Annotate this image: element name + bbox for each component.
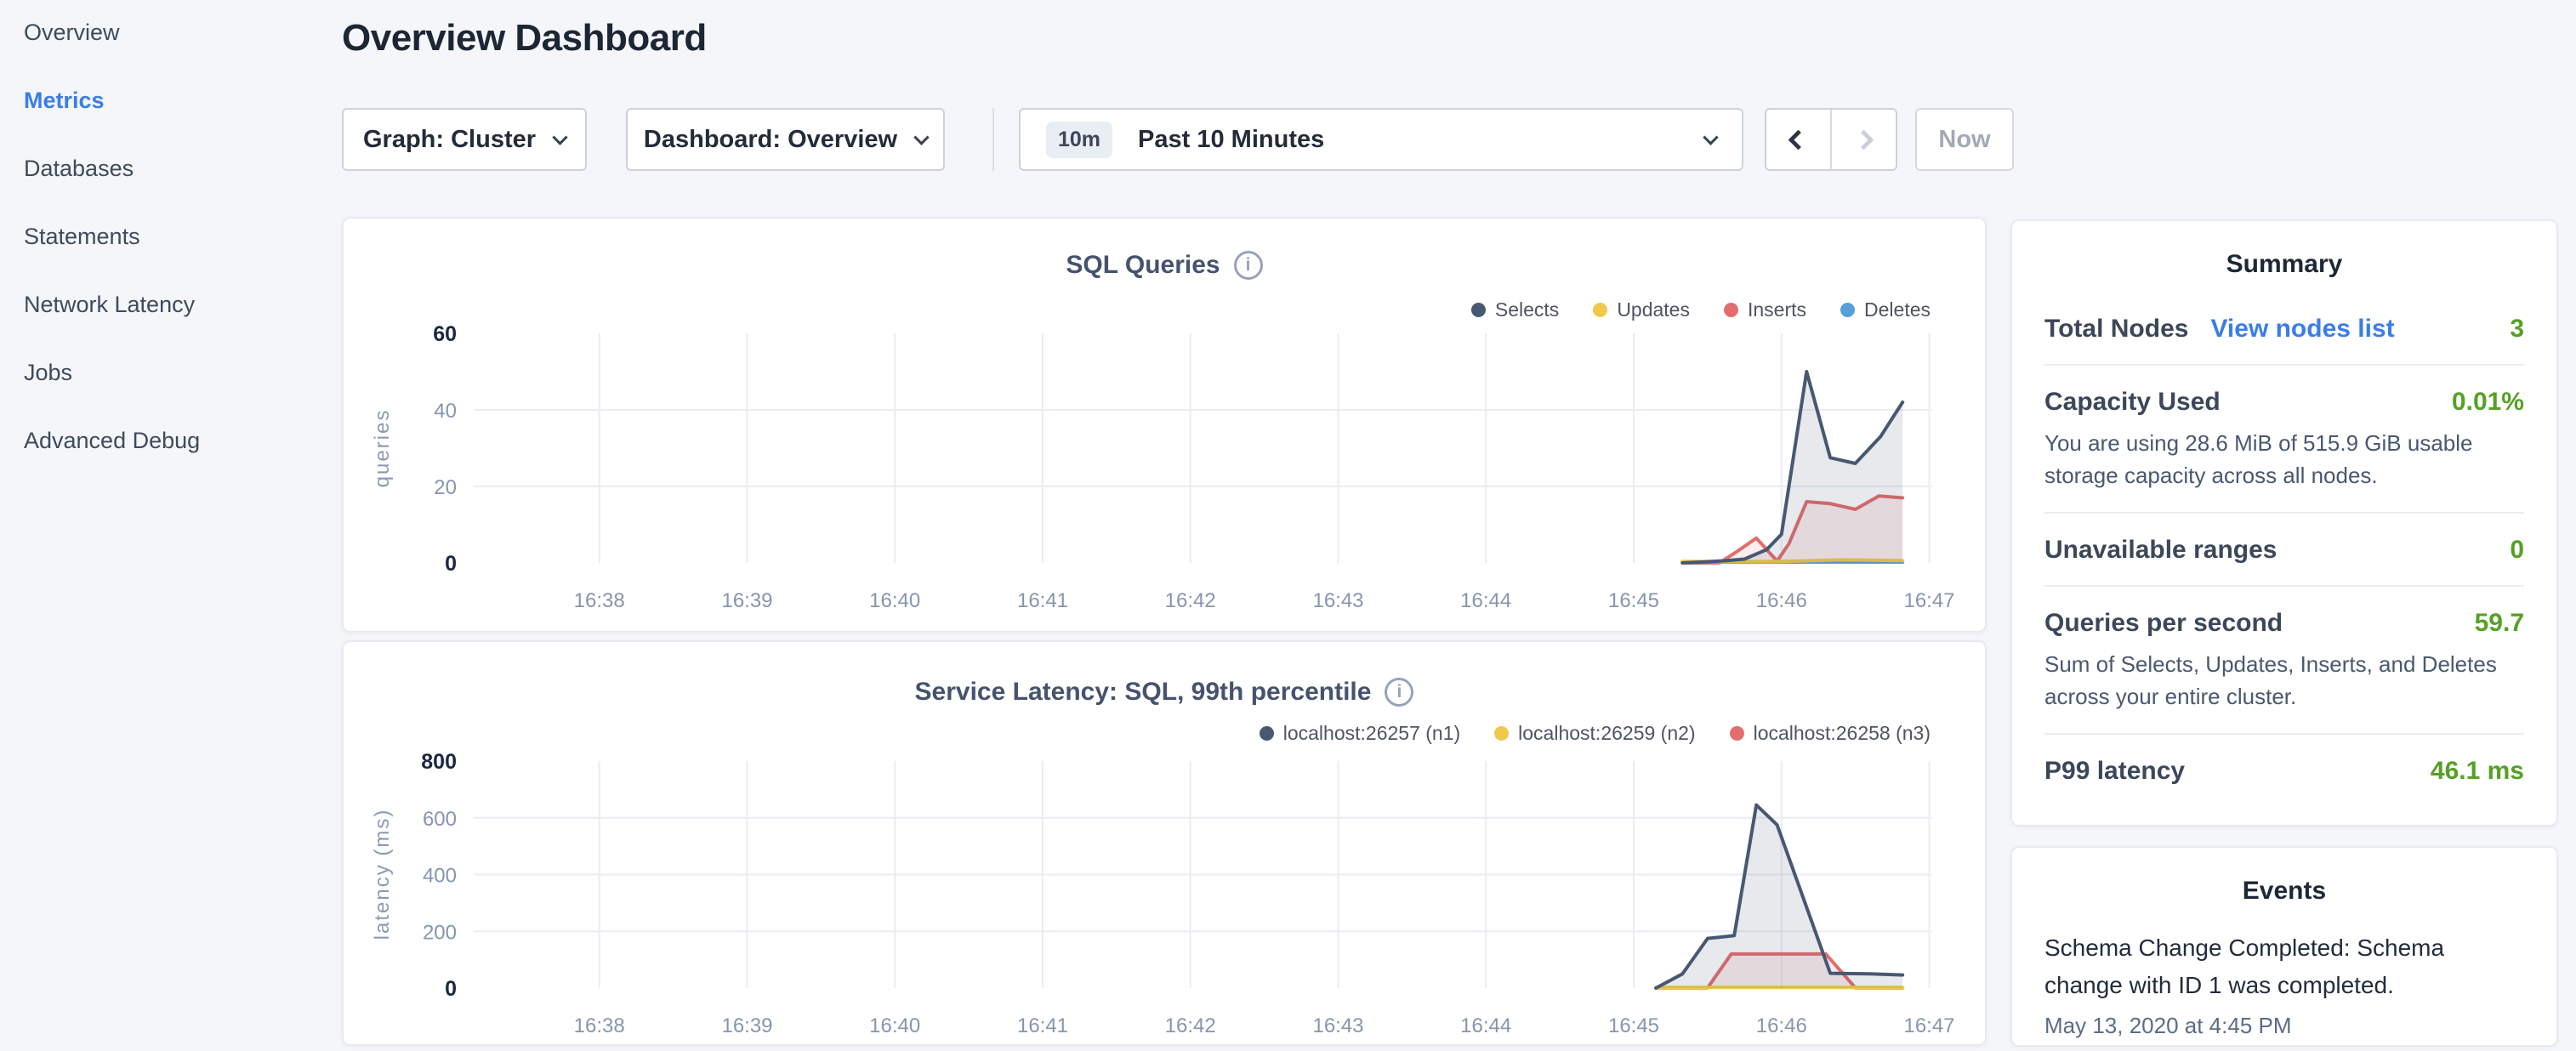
- summary-row-capacity-used: Capacity Used 0.01% You are using 28.6 M…: [2044, 366, 2524, 512]
- summary-row-total-nodes: Total Nodes View nodes list 3: [2044, 293, 2524, 364]
- summary-row-value: 0: [2510, 536, 2524, 565]
- chevron-left-icon: [1788, 129, 1808, 150]
- sidebar-item-jobs[interactable]: Jobs: [24, 359, 200, 386]
- x-tick-label: 16:43: [1312, 589, 1363, 612]
- summary-row-queries-per-second: Queries per second 59.7 Sum of Selects, …: [2044, 587, 2524, 733]
- x-tick-label: 16:47: [1903, 1014, 1954, 1037]
- y-tick-label: 0: [445, 552, 457, 576]
- y-tick-label: 200: [423, 921, 457, 944]
- summary-row-label: Total Nodes: [2044, 315, 2188, 344]
- summary-row-label: Unavailable ranges: [2044, 536, 2277, 565]
- summary-row-value: 59.7: [2475, 609, 2524, 638]
- chevron-down-icon: [913, 129, 929, 145]
- x-tick-label: 16:40: [869, 589, 920, 612]
- x-tick-label: 16:43: [1312, 1014, 1363, 1037]
- x-tick-label: 16:46: [1756, 1014, 1807, 1037]
- time-range-label: Past 10 Minutes: [1138, 126, 1324, 154]
- summary-row-value: 3: [2510, 315, 2524, 344]
- graph-selector-dropdown[interactable]: Graph: Cluster: [342, 108, 587, 171]
- x-tick-label: 16:47: [1903, 589, 1954, 612]
- x-tick-label: 16:39: [721, 1014, 772, 1037]
- event-message[interactable]: Schema Change Completed: Schema change w…: [2044, 929, 2495, 1004]
- x-tick-label: 16:45: [1608, 1014, 1659, 1037]
- x-tick-label: 16:38: [574, 1014, 625, 1037]
- y-tick-label: 600: [423, 808, 457, 831]
- dashboard-selector-label: Dashboard: Overview: [644, 126, 897, 154]
- summary-panel: Summary Total Nodes View nodes list 3 Ca…: [2010, 219, 2558, 827]
- sidebar-item-statements[interactable]: Statements: [24, 223, 200, 250]
- time-step-button-group: [1765, 108, 1897, 171]
- y-tick-label: 40: [434, 400, 457, 423]
- summary-row-unavailable-ranges: Unavailable ranges 0: [2044, 514, 2524, 585]
- summary-row-p99-latency: P99 latency 46.1 ms: [2044, 735, 2524, 806]
- summary-row-label: P99 latency: [2044, 757, 2185, 786]
- chevron-down-icon: [552, 129, 567, 145]
- y-tick-label: 0: [445, 977, 457, 1001]
- x-tick-label: 16:41: [1017, 589, 1068, 612]
- events-heading: Events: [2044, 877, 2524, 906]
- chevron-down-icon: [1703, 129, 1718, 145]
- chart-plot: 16:38 16:39 16:40 16:41 16:42 16:43 16:44 16:45…: [344, 642, 1985, 1044]
- graph-selector-label: Graph: Cluster: [363, 126, 536, 154]
- page-title: Overview Dashboard: [342, 17, 707, 60]
- sidebar-item-databases[interactable]: Databases: [24, 155, 200, 182]
- y-tick-label: 400: [423, 865, 457, 888]
- x-tick-label: 16:45: [1608, 589, 1659, 612]
- x-tick-label: 16:40: [869, 1014, 920, 1037]
- summary-row-description: You are using 28.6 MiB of 515.9 GiB usab…: [2044, 427, 2524, 491]
- x-tick-label: 16:46: [1756, 589, 1807, 612]
- sidebar-item-advanced-debug[interactable]: Advanced Debug: [24, 427, 200, 454]
- time-range-badge: 10m: [1046, 122, 1112, 158]
- summary-row-value: 46.1 ms: [2431, 757, 2524, 786]
- sidebar-nav: Overview Metrics Databases Statements Ne…: [24, 19, 200, 495]
- event-timestamp: May 13, 2020 at 4:45 PM: [2044, 1013, 2524, 1039]
- x-tick-label: 16:42: [1165, 1014, 1216, 1037]
- x-tick-label: 16:44: [1460, 1014, 1511, 1037]
- chevron-right-icon: [1853, 129, 1874, 150]
- x-tick-label: 16:39: [721, 589, 772, 612]
- summary-row-value: 0.01%: [2452, 388, 2524, 417]
- y-tick-label: 20: [434, 476, 457, 499]
- service-latency-chart-card: Service Latency: SQL, 99th percentile i …: [342, 640, 1987, 1046]
- sql-queries-chart-card: SQL Queries i SelectsUpdatesInsertsDelet…: [342, 217, 1987, 633]
- events-panel: Events Schema Change Completed: Schema c…: [2010, 846, 2558, 1047]
- x-tick-label: 16:44: [1460, 589, 1511, 612]
- sidebar-item-network-latency[interactable]: Network Latency: [24, 291, 200, 318]
- chart-plot: 16:38 16:39 16:40 16:41 16:42 16:43 16:44 16:45…: [344, 219, 1985, 631]
- previous-range-button[interactable]: [1766, 110, 1832, 169]
- dashboard-selector-dropdown[interactable]: Dashboard: Overview: [626, 108, 945, 171]
- x-tick-label: 16:41: [1017, 1014, 1068, 1037]
- now-button[interactable]: Now: [1915, 108, 2014, 171]
- x-tick-label: 16:42: [1165, 589, 1216, 612]
- y-tick-label: 800: [421, 750, 457, 774]
- summary-row-description: Sum of Selects, Updates, Inserts, and De…: [2044, 648, 2524, 713]
- view-nodes-list-link[interactable]: View nodes list: [2210, 315, 2394, 344]
- summary-row-label: Capacity Used: [2044, 388, 2221, 417]
- time-range-dropdown[interactable]: 10m Past 10 Minutes: [1019, 108, 1743, 171]
- summary-row-label: Queries per second: [2044, 609, 2283, 638]
- sidebar-item-metrics[interactable]: Metrics: [24, 87, 200, 114]
- y-tick-label: 60: [433, 322, 457, 346]
- next-range-button[interactable]: [1832, 110, 1896, 169]
- sidebar-item-overview[interactable]: Overview: [24, 19, 200, 46]
- x-tick-label: 16:38: [574, 589, 625, 612]
- controls-divider: [992, 108, 994, 171]
- summary-heading: Summary: [2044, 250, 2524, 279]
